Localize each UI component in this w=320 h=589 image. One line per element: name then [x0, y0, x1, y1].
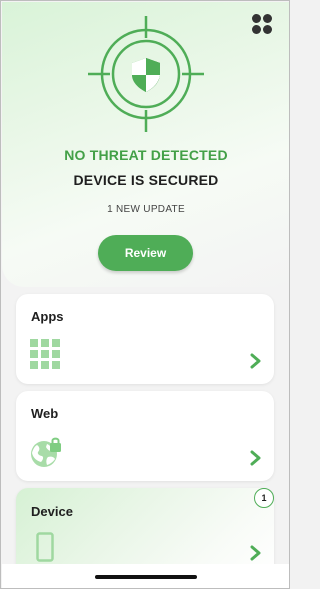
apps-card[interactable]: Apps — [16, 294, 274, 384]
status-title: NO THREAT DETECTED — [64, 147, 228, 163]
review-button[interactable]: Review — [98, 235, 193, 271]
globe-lock-icon — [31, 437, 61, 467]
home-indicator[interactable] — [95, 575, 197, 579]
web-card-title: Web — [31, 406, 59, 421]
device-card-title: Device — [31, 504, 73, 519]
status-subtitle: DEVICE IS SECURED — [73, 172, 219, 188]
chevron-right-icon[interactable] — [250, 353, 262, 369]
shield-target-icon — [88, 16, 204, 132]
apps-grid-icon — [30, 339, 60, 369]
app-screen: NO THREAT DETECTED DEVICE IS SECURED 1 N… — [0, 0, 290, 589]
web-card[interactable]: Web — [16, 391, 274, 481]
chevron-right-icon[interactable] — [250, 450, 262, 466]
device-update-badge: 1 — [254, 488, 274, 508]
grid-four-dots-icon[interactable] — [251, 13, 273, 35]
apps-card-title: Apps — [31, 309, 64, 324]
phone-icon — [36, 532, 54, 562]
update-count: 1 NEW UPDATE — [107, 204, 185, 215]
chevron-right-icon[interactable] — [250, 545, 262, 561]
